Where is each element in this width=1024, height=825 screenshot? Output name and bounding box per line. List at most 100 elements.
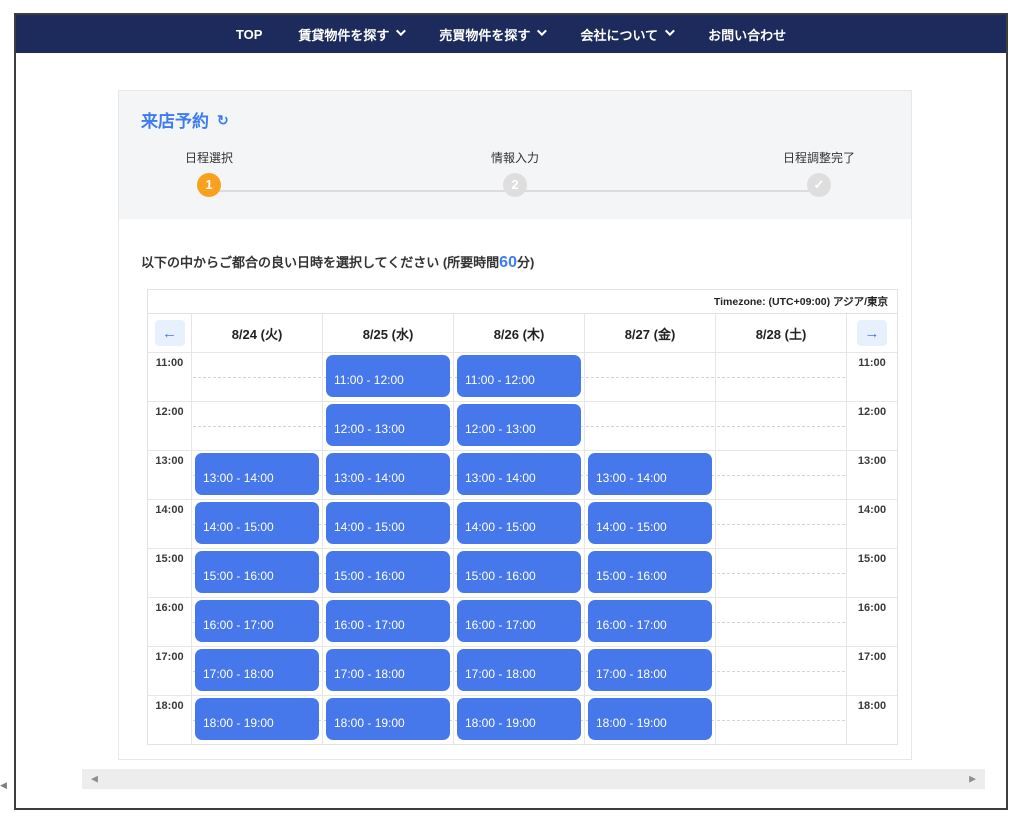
calendar-cell: 16:00 - 17:00 [585, 597, 716, 646]
calendar-cell [716, 401, 847, 450]
page-frame: TOP賃貸物件を探す売買物件を探す会社についてお問い合わせ 来店予約 ↻ 日程選… [14, 13, 1008, 810]
time-slot-button[interactable]: 16:00 - 17:00 [457, 600, 581, 642]
calendar-cell: 17:00 - 18:00 [454, 646, 585, 695]
calendar-cell [585, 401, 716, 450]
step-label: 日程調整完了 [783, 149, 855, 166]
calendar-cell: 18:00 - 19:00 [585, 695, 716, 744]
time-slot-button[interactable]: 11:00 - 12:00 [457, 355, 581, 397]
time-label-left: 17:00 [148, 646, 192, 695]
top-nav: TOP 賃貸物件を探す 売買物件を探す 会社について お問い合わせ [16, 15, 1006, 53]
reservation-card: 来店予約 ↻ 日程選択1情報入力2日程調整完了✓ 以下の中からご都合の良い日時を… [118, 90, 912, 760]
time-slot-button[interactable]: 14:00 - 15:00 [588, 502, 712, 544]
time-slot-button[interactable]: 11:00 - 12:00 [326, 355, 450, 397]
timezone-label: Timezone: (UTC+09:00) アジア/東京 [148, 290, 897, 314]
time-slot-button[interactable]: 17:00 - 18:00 [326, 649, 450, 691]
half-hour-line [717, 377, 845, 378]
nav-item-label: 売買物件を探す [439, 25, 530, 44]
time-slot-button[interactable]: 17:00 - 18:00 [195, 649, 319, 691]
instruction-after: 分) [517, 255, 534, 270]
time-slot-button[interactable]: 12:00 - 13:00 [457, 404, 581, 446]
time-label-right: 12:00 [847, 401, 897, 450]
nav-item-menu[interactable]: 売買物件を探す [439, 25, 544, 44]
time-slot-button[interactable]: 18:00 - 19:00 [326, 698, 450, 740]
half-hour-line [586, 377, 714, 378]
time-slot-button[interactable]: 18:00 - 19:00 [195, 698, 319, 740]
nav-item-label: 賃貸物件を探す [298, 25, 389, 44]
time-label-left: 11:00 [148, 352, 192, 401]
time-slot-button[interactable]: 14:00 - 15:00 [326, 502, 450, 544]
scroll-left-icon[interactable]: ◀ [91, 775, 98, 784]
day-header: 8/24 (火) [192, 314, 323, 352]
calendar-cell: 11:00 - 12:00 [323, 352, 454, 401]
time-slot-button[interactable]: 14:00 - 15:00 [457, 502, 581, 544]
calendar-cell [716, 548, 847, 597]
time-slot-button[interactable]: 13:00 - 14:00 [195, 453, 319, 495]
half-hour-line [717, 426, 845, 427]
calendar-cell: 11:00 - 12:00 [454, 352, 585, 401]
calendar-cell: 12:00 - 13:00 [454, 401, 585, 450]
time-label-right: 16:00 [847, 597, 897, 646]
calendar-cell: 15:00 - 16:00 [192, 548, 323, 597]
step-indicator: 日程選択1情報入力2日程調整完了✓ [119, 149, 911, 213]
nav-item-menu[interactable]: 会社について [580, 25, 672, 44]
time-label-left: 15:00 [148, 548, 192, 597]
half-hour-line [586, 426, 714, 427]
time-slot-button[interactable]: 15:00 - 16:00 [457, 551, 581, 593]
step-number: 2 [503, 173, 527, 197]
time-slot-button[interactable]: 16:00 - 17:00 [195, 600, 319, 642]
calendar-cell: 18:00 - 19:00 [323, 695, 454, 744]
half-hour-line [717, 671, 845, 672]
time-slot-button[interactable]: 13:00 - 14:00 [457, 453, 581, 495]
step-2: 情報入力2 [491, 149, 539, 197]
time-slot-button[interactable]: 17:00 - 18:00 [588, 649, 712, 691]
time-slot-button[interactable]: 16:00 - 17:00 [326, 600, 450, 642]
prev-week-button[interactable]: ← [155, 320, 185, 346]
chevron-down-icon [396, 26, 406, 36]
nav-item-top[interactable]: TOP [236, 27, 263, 42]
calendar-cell [716, 646, 847, 695]
calendar-cell: 17:00 - 18:00 [192, 646, 323, 695]
horizontal-scrollbar[interactable]: ◀ ▶ [82, 769, 985, 789]
instruction-text: 以下の中からご都合の良い日時を選択してください (所要時間60分) [141, 252, 534, 272]
time-slot-button[interactable]: 18:00 - 19:00 [588, 698, 712, 740]
time-label-left: 18:00 [148, 695, 192, 744]
half-hour-line [193, 426, 321, 427]
time-slot-button[interactable]: 13:00 - 14:00 [326, 453, 450, 495]
time-slot-button[interactable]: 15:00 - 16:00 [195, 551, 319, 593]
time-label-right: 18:00 [847, 695, 897, 744]
window-scroll-left-icon[interactable]: ◀ [0, 780, 7, 791]
chevron-down-icon [665, 26, 675, 36]
calendar-cell: 15:00 - 16:00 [454, 548, 585, 597]
time-slot-button[interactable]: 15:00 - 16:00 [326, 551, 450, 593]
time-slot-button[interactable]: 14:00 - 15:00 [195, 502, 319, 544]
calendar-cell: 16:00 - 17:00 [454, 597, 585, 646]
step-3: 日程調整完了✓ [783, 149, 855, 197]
time-slot-button[interactable]: 15:00 - 16:00 [588, 551, 712, 593]
nav-items: TOP 賃貸物件を探す 売買物件を探す 会社について お問い合わせ [236, 25, 786, 44]
calendar-grid: ←8/24 (火)8/25 (水)8/26 (木)8/27 (金)8/28 (土… [148, 314, 897, 744]
next-week-button[interactable]: → [857, 320, 887, 346]
half-hour-line [717, 524, 845, 525]
nav-item-menu[interactable]: 賃貸物件を探す [298, 25, 403, 44]
time-slot-button[interactable]: 18:00 - 19:00 [457, 698, 581, 740]
time-label-left: 12:00 [148, 401, 192, 450]
half-hour-line [717, 720, 845, 721]
calendar-cell: 13:00 - 14:00 [192, 450, 323, 499]
scroll-right-icon[interactable]: ▶ [969, 775, 976, 784]
time-label-right: 17:00 [847, 646, 897, 695]
calendar-cell: 18:00 - 19:00 [454, 695, 585, 744]
calendar-cell: 12:00 - 13:00 [323, 401, 454, 450]
time-label-left: 13:00 [148, 450, 192, 499]
time-slot-button[interactable]: 13:00 - 14:00 [588, 453, 712, 495]
time-label-right: 13:00 [847, 450, 897, 499]
calendar-cell [716, 695, 847, 744]
time-label-right: 14:00 [847, 499, 897, 548]
calendar-cell: 18:00 - 19:00 [192, 695, 323, 744]
time-slot-button[interactable]: 17:00 - 18:00 [457, 649, 581, 691]
time-slot-button[interactable]: 16:00 - 17:00 [588, 600, 712, 642]
calendar-cell: 14:00 - 15:00 [454, 499, 585, 548]
nav-item-label: 会社について [580, 25, 658, 44]
refresh-icon[interactable]: ↻ [217, 113, 229, 127]
nav-item-menu[interactable]: お問い合わせ [708, 25, 786, 44]
time-slot-button[interactable]: 12:00 - 13:00 [326, 404, 450, 446]
